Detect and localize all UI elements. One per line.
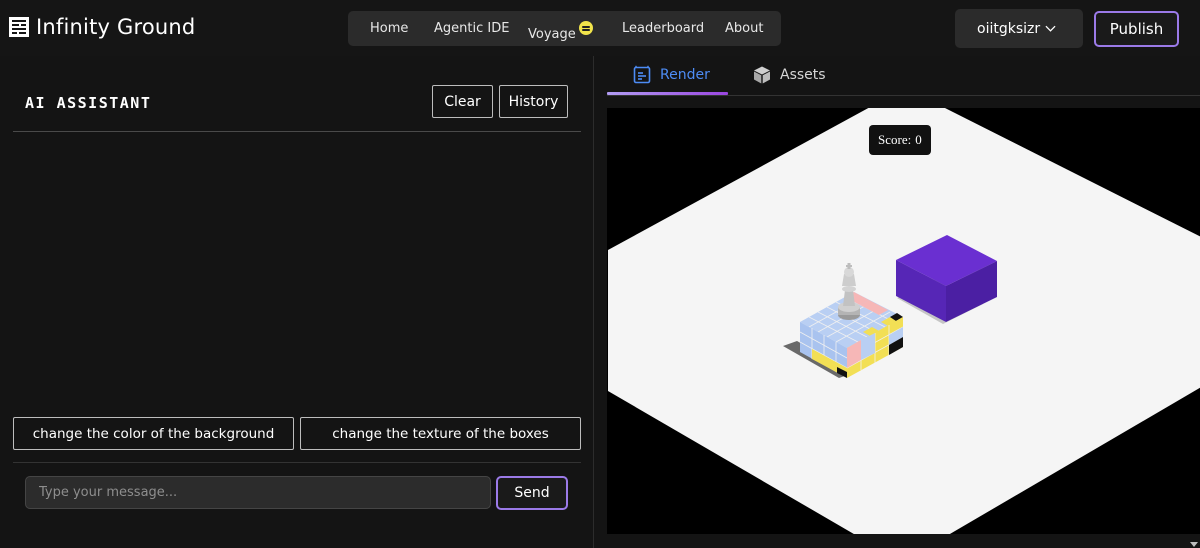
score-display: Score: 0 — [869, 125, 931, 155]
nav-about[interactable]: About — [725, 21, 763, 36]
input-divider — [13, 462, 581, 463]
suggestion-button[interactable]: change the color of the background — [13, 417, 294, 450]
preview-panel: Render Assets Score: 0 — [595, 56, 1200, 548]
infinity-ground-logo-icon — [9, 17, 29, 37]
scroll-down-arrow-icon[interactable] — [1190, 542, 1198, 547]
score-label: Score: — [878, 132, 912, 147]
nav-home[interactable]: Home — [370, 21, 408, 36]
ai-assistant-panel: AI ASSISTANT Clear History change the co… — [0, 56, 594, 548]
user-name: oiitgksizr — [977, 20, 1041, 37]
publish-button[interactable]: Publish — [1094, 11, 1179, 47]
app-logo[interactable]: Infinity Ground — [9, 15, 195, 39]
nav-voyage-label: Voyage — [528, 27, 576, 42]
tab-assets-label: Assets — [780, 67, 826, 83]
nav-voyage[interactable]: Voyage — [528, 21, 593, 42]
suggestion-button[interactable]: change the texture of the boxes — [300, 417, 581, 450]
user-menu-button[interactable]: oiitgksizr — [955, 9, 1083, 48]
nav-agentic-ide[interactable]: Agentic IDE — [434, 21, 509, 36]
message-input[interactable] — [25, 476, 491, 509]
history-button[interactable]: History — [499, 85, 568, 118]
chevron-down-icon — [1045, 25, 1056, 32]
tab-render-label: Render — [660, 67, 710, 83]
send-button[interactable]: Send — [496, 476, 568, 510]
isometric-floor — [608, 108, 1200, 534]
chat-messages-area[interactable] — [13, 132, 581, 412]
nav-leaderboard[interactable]: Leaderboard — [622, 21, 704, 36]
score-value: 0 — [915, 132, 922, 147]
top-bar: Infinity Ground Home Agentic IDE Voyage … — [0, 0, 1200, 56]
tab-assets[interactable]: Assets — [752, 61, 826, 89]
main-nav: Home Agentic IDE Voyage Leaderboard Abou… — [348, 11, 781, 46]
cube-icon — [754, 66, 770, 84]
assistant-title: AI ASSISTANT — [25, 94, 152, 112]
isometric-scene — [608, 108, 1200, 534]
tab-divider — [607, 95, 1200, 96]
app-title: Infinity Ground — [36, 15, 196, 39]
render-icon — [633, 65, 651, 84]
game-canvas[interactable]: Score: 0 — [607, 108, 1200, 534]
tab-render[interactable]: Render — [632, 61, 710, 89]
voyage-badge-icon — [578, 21, 593, 35]
clear-button[interactable]: Clear — [432, 85, 493, 118]
